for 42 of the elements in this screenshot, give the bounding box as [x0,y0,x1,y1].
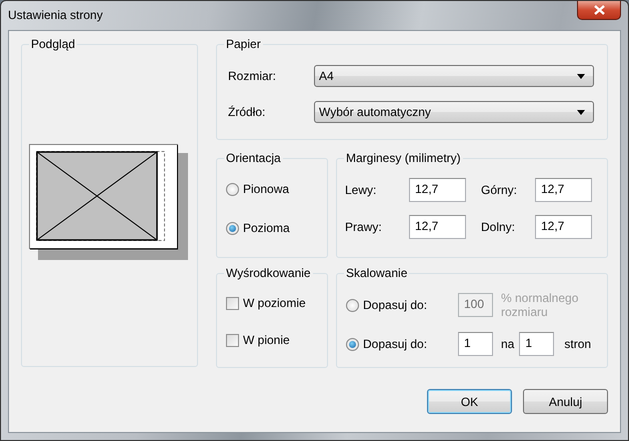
field-label: Rozmiar: [228,69,278,83]
unit-label: % normalnego rozmiaru [501,291,580,319]
field-label: Dolny: [481,220,516,234]
input-field[interactable]: 12,7 [535,178,592,202]
option-label: Pionowa [243,182,290,196]
input-field[interactable]: 1 [519,332,554,356]
window-title: Ustawienia strony [8,8,103,22]
dropdown-value: Wybór automatyczny [319,105,431,119]
close-icon [594,5,604,15]
option-label: Pozioma [243,221,290,235]
unit-label: na [501,337,514,351]
radio-button[interactable] [226,222,239,234]
input-field[interactable]: 1 [458,332,493,356]
input-field[interactable]: 12,7 [409,178,466,202]
unit-label: stron [564,337,592,351]
input-field[interactable]: 12,7 [409,215,466,239]
dropdown[interactable]: Wybór automatyczny [314,101,594,123]
field-label: Lewy: [345,183,378,197]
group-title: Wyśrodkowanie [224,266,313,281]
ok-button[interactable]: OK [427,389,512,414]
cancel-button[interactable]: Anuluj [523,389,608,414]
group-title: Orientacja [224,151,283,166]
dropdown[interactable]: A4 [314,65,594,87]
radio-button[interactable] [346,338,359,350]
option-label: W pionie [243,333,290,347]
radio-button[interactable] [226,182,239,196]
dropdown-arrow-icon [577,74,585,78]
group-title: Marginesy (milimetry) [344,151,463,166]
checkbox[interactable] [226,334,239,346]
close-button[interactable] [577,1,621,20]
option-label: Dopasuj do: [363,298,428,312]
option-label: Dopasuj do: [363,337,428,351]
field-label: Prawy: [345,220,383,234]
option-label: W poziomie [243,296,306,310]
group-title: Papier [224,37,263,52]
group-title: Podgląd [29,37,78,52]
field-label: Górny: [481,183,518,197]
dropdown-value: A4 [319,69,334,83]
input-field[interactable]: 12,7 [535,215,592,239]
dropdown-arrow-icon [577,110,585,114]
field-label: Źródło: [228,105,266,119]
checkbox[interactable] [226,296,239,310]
